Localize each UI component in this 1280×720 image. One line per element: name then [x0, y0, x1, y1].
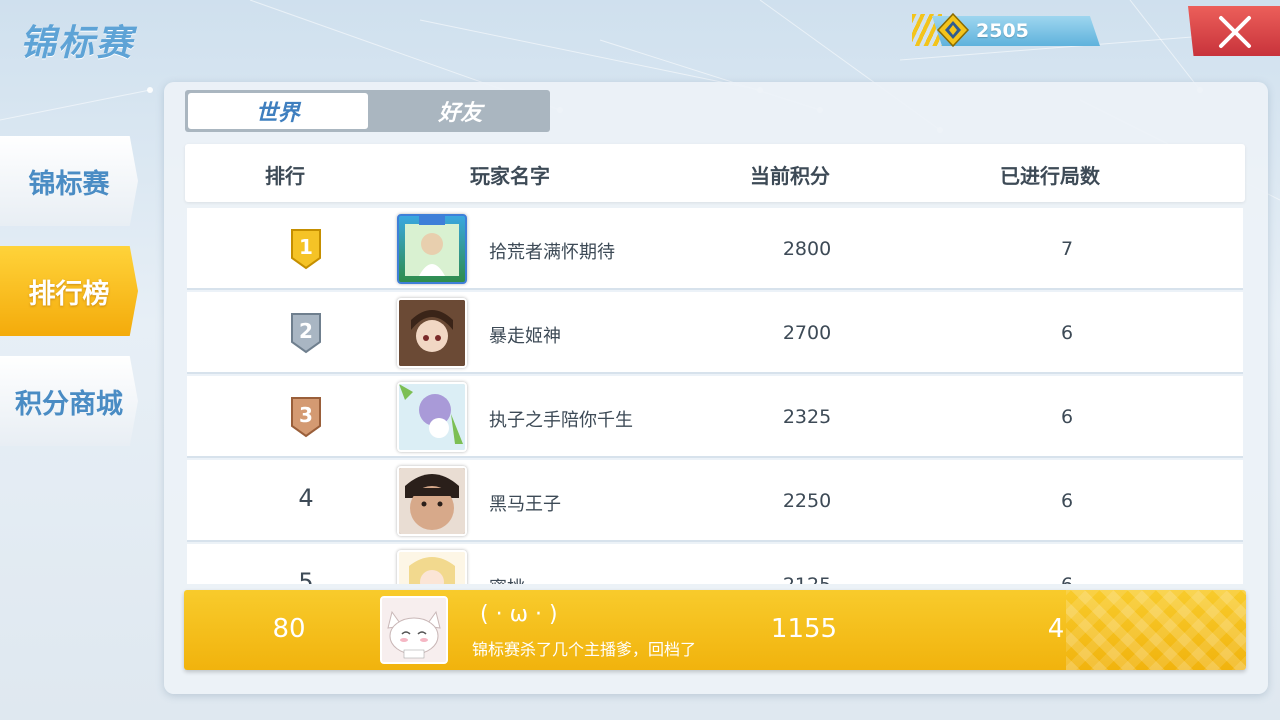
close-icon [1219, 16, 1251, 48]
player-score: 2700 [782, 322, 832, 344]
leaderboard-list[interactable]: 1 拾荒者满怀期待 2800 7 2 暴走姬神 2700 6 3 执子之手陪你千… [185, 208, 1245, 584]
sidebar-item-tournament[interactable]: 锦标赛 [0, 136, 138, 226]
page-title: 锦标赛 [20, 23, 135, 64]
sidebar-item-points-shop[interactable]: 积分商城 [0, 356, 138, 446]
table-row[interactable]: 4 黑马王子 2250 6 [187, 460, 1243, 542]
column-header-score: 当前积分 [750, 164, 830, 188]
currency-display: 2505 [912, 12, 1102, 48]
avatar-image [399, 300, 465, 366]
my-rank: 80 [272, 614, 306, 644]
avatar[interactable] [397, 214, 467, 284]
avatar[interactable] [397, 382, 467, 452]
rank-number: 2 [299, 319, 313, 343]
cat-avatar-image [382, 598, 446, 662]
silver-medal-icon: 2 [291, 313, 321, 354]
rank-number: 3 [299, 403, 313, 427]
scope-tab-switch: 世界 好友 [185, 90, 550, 132]
table-row[interactable]: 3 执子之手陪你千生 2325 6 [187, 376, 1243, 458]
close-button[interactable] [1188, 6, 1280, 56]
rank-number: 4 [298, 484, 314, 512]
player-name: 黑马王子 [489, 494, 561, 515]
table-row[interactable]: 5 蜜桃 2125 6 [187, 544, 1243, 584]
player-games: 7 [1060, 238, 1074, 260]
player-name: 暴走姬神 [489, 326, 561, 347]
player-score: 2125 [747, 574, 867, 584]
table-header: 排行 玩家名字 当前积分 已进行局数 [185, 144, 1245, 202]
sidebar-item-label: 排行榜 [28, 278, 110, 310]
column-header-games: 已进行局数 [1000, 164, 1100, 188]
avatar[interactable] [397, 550, 467, 584]
leaderboard-panel: 世界 好友 排行 玩家名字 当前积分 已进行局数 1 拾荒者满怀期待 2800 … [164, 82, 1268, 694]
player-games: 6 [1060, 406, 1074, 428]
avatar-image [399, 552, 465, 584]
rank-number: 1 [299, 235, 313, 259]
avatar[interactable] [397, 466, 467, 536]
table-row[interactable]: 2 暴走姬神 2700 6 [187, 292, 1243, 374]
avatar[interactable] [397, 298, 467, 368]
sidebar-item-label: 积分商城 [15, 388, 123, 420]
bronze-medal-icon: 3 [291, 397, 321, 438]
table-row[interactable]: 1 拾荒者满怀期待 2800 7 [187, 208, 1243, 290]
player-games: 6 [1060, 322, 1074, 344]
rank-emblem-icon [936, 12, 970, 48]
avatar-image [405, 216, 459, 276]
my-signature: 锦标赛杀了几个主播爹，回档了 [472, 640, 697, 659]
sidebar-item-label: 锦标赛 [28, 168, 110, 200]
my-games: 4 [1047, 614, 1065, 644]
player-name: 蜜桃 [489, 574, 525, 584]
player-score: 2250 [782, 490, 832, 512]
player-score: 2325 [782, 406, 832, 428]
my-avatar[interactable] [380, 596, 448, 664]
my-nickname: ( · ω · ) [480, 602, 558, 627]
avatar-image [399, 384, 465, 450]
rank-number: 5 [298, 568, 314, 584]
currency-value: 2505 [976, 20, 1029, 42]
player-name: 拾荒者满怀期待 [489, 242, 615, 263]
gold-medal-icon: 1 [291, 229, 321, 270]
tab-world[interactable]: 世界 [188, 93, 368, 129]
sidebar-item-leaderboard[interactable]: 排行榜 [0, 246, 138, 336]
player-games: 6 [1060, 490, 1074, 512]
column-header-rank: 排行 [265, 164, 305, 188]
avatar-image [399, 468, 465, 534]
column-header-player-name: 玩家名字 [470, 164, 550, 188]
player-name: 执子之手陪你千生 [489, 410, 633, 431]
tab-friends[interactable]: 好友 [371, 90, 551, 132]
player-score: 2800 [782, 238, 832, 260]
my-ranking-row[interactable]: 80 ( · ω · ) 锦标赛杀了几个主播爹，回档了 1155 4 [184, 590, 1246, 670]
my-score: 1155 [770, 614, 838, 644]
player-games: 6 [1007, 574, 1127, 584]
